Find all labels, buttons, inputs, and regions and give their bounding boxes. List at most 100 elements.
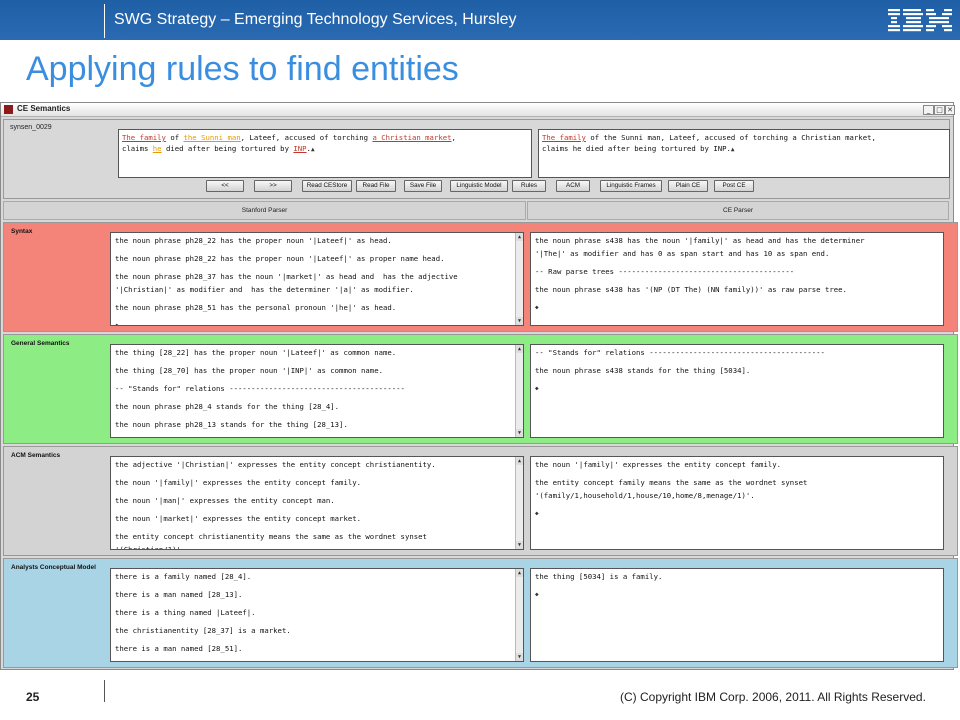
vertical-scrollbar[interactable]: ▲ ▼ [515,457,523,549]
prev-button[interactable]: << [206,180,244,192]
save-file-button[interactable]: Save File [404,180,442,192]
section-label: Syntax [11,228,33,235]
output-line: there is a man named [28_13]. [115,590,243,599]
cursor-mark: ◆ [535,303,539,311]
syntax-stanford-pane[interactable]: the noun phrase ph28_22 has the proper n… [110,232,524,326]
ce-parser-header: CE Parser [527,201,949,220]
output-line: the entity concept christianentity means… [115,532,427,550]
vertical-scrollbar[interactable]: ▲ ▼ [515,345,523,437]
entity-the-family: The family [122,133,166,142]
cursor-mark: ◆ [535,591,539,598]
acm-button[interactable]: ACM [556,180,590,192]
output-line: the noun phrase s438 stands for the thin… [535,366,751,375]
analysts-conceptual-model-stanford-pane[interactable]: there is a family named [28_4].there is … [110,568,524,662]
output-line: the noun phrase ph28_22 has the proper n… [115,236,392,245]
cursor-mark: ◆ [115,661,519,662]
entity-inp: INP [293,144,307,153]
text-span: claims he died after being tortured by I… [542,144,731,153]
vertical-scrollbar[interactable]: ▲ ▼ [515,569,523,661]
general-semantics-ce-pane[interactable]: -- "Stands for" relations --------------… [530,344,944,438]
footer-divider [104,680,105,702]
copyright-text: (C) Copyright IBM Corp. 2006, 2011. All … [620,690,926,704]
scroll-up-icon[interactable]: ▲ [516,345,523,353]
stanford-sentence-text[interactable]: The family of the Sunni man, Lateef, acc… [118,129,532,178]
page-number: 25 [26,690,40,704]
section-acm-semantics: ACM Semantics the adjective '|Christian|'… [3,446,958,556]
ce-semantics-window: CE Semantics _ □ ✕ synsen_0029 The famil… [0,102,958,670]
cursor-mark: ◆ [115,437,519,438]
section-general-semantics: General Semantics the thing [28_22] has t… [3,334,958,444]
entity-christian-market: a Christian market [372,133,452,142]
output-line: there is a thing named |Lateef|. [115,608,256,617]
header-title: SWG Strategy – Emerging Technology Servi… [114,11,517,28]
output-line: the noun phrase ph28_13 stands for the t… [115,420,348,429]
sentence-id: synsen_0029 [10,124,52,131]
output-line: the noun phrase s438 has '(NP (DT The) (… [535,284,847,294]
stanford-parser-header: Stanford Parser [3,201,526,220]
output-line: the entity concept family means the same… [535,478,808,500]
scroll-down-icon[interactable]: ▼ [516,429,523,437]
section-label: Analysts Conceptual Model [11,564,96,571]
cursor-mark: ◆ [535,509,539,517]
syntax-ce-pane[interactable]: the noun phrase s438 has the noun '|fami… [530,232,944,326]
output-line: the noun '|market|' expresses the entity… [115,514,362,523]
read-cestore-button[interactable]: Read CEStore [302,180,352,192]
section-label: ACM Semantics [11,452,61,459]
output-line: -- "Stands for" relations --------------… [115,384,405,393]
text-span: of the Sunni man, Lateef, accused of tor… [585,133,876,142]
close-icon[interactable]: ✕ [945,105,955,115]
text-span: , [451,133,456,142]
acm-semantics-ce-pane[interactable]: the noun '|family|' expresses the entity… [530,456,944,550]
app-icon [4,105,13,114]
post-ce-button[interactable]: Post CE [714,180,754,192]
output-line: -- "Stands for" relations --------------… [535,348,825,357]
acm-semantics-stanford-pane[interactable]: the adjective '|Christian|' expresses th… [110,456,524,550]
section-analysts-conceptual-model: Analysts Conceptual Model there is a fami… [3,558,958,668]
scroll-up-icon[interactable]: ▲ [516,569,523,577]
scroll-down-icon[interactable]: ▼ [516,541,523,549]
entity-the-family-ce: The family [542,133,586,142]
slide-title: Applying rules to find entities [26,50,459,88]
output-line: the adjective '|Christian|' expresses th… [115,460,436,469]
output-line: the noun phrase ph28_4 stands for the th… [115,402,340,411]
analysts-conceptual-model-ce-pane[interactable]: the thing [5034] is a family. ◆ [530,568,944,662]
general-semantics-stanford-pane[interactable]: the thing [28_22] has the proper noun '|… [110,344,524,438]
text-span: of [165,133,184,142]
vertical-scrollbar[interactable]: ▲ ▼ [515,233,523,325]
scroll-up-icon[interactable]: ▲ [516,457,523,465]
linguistic-model-button[interactable]: Linguistic Model [450,180,508,192]
section-label: General Semantics [11,340,70,347]
rules-button[interactable]: Rules [512,180,546,192]
ibm-logo [888,9,952,32]
text-span: , Lateef, accused of torching [240,133,373,142]
scroll-down-icon[interactable]: ▼ [516,653,523,661]
output-line: the noun '|man|' expresses the entity co… [115,496,335,505]
scroll-down-icon[interactable]: ▼ [516,317,523,325]
cursor-mark: ▲ [730,146,735,153]
text-span: claims [122,144,153,153]
output-line: the thing [28_70] has the proper noun '|… [115,366,383,375]
linguistic-frames-button[interactable]: Linguistic Frames [600,180,662,192]
maximize-icon[interactable]: □ [934,105,945,115]
cursor-mark: ◆ [535,385,539,392]
output-line: -- Raw parse trees ---------------------… [535,266,795,276]
minimize-icon[interactable]: _ [923,105,934,115]
output-line: the noun phrase s438 has the noun '|fami… [535,236,865,258]
next-button[interactable]: >> [254,180,292,192]
read-file-button[interactable]: Read File [356,180,396,192]
output-line: the noun phrase ph28_22 has the proper n… [115,254,445,263]
output-line: there is a family named [28_4]. [115,572,252,581]
cursor-mark: ◆ [115,321,119,326]
header-bar: SWG Strategy – Emerging Technology Servi… [0,0,960,40]
window-titlebar[interactable]: CE Semantics _ □ ✕ [1,103,955,117]
section-syntax: Syntax the noun phrase ph28_22 has the pr… [3,222,958,332]
output-line: the thing [28_22] has the proper noun '|… [115,348,397,357]
output-line: the noun phrase ph28_51 has the personal… [115,302,397,312]
output-line: the noun '|family|' expresses the entity… [535,460,782,469]
entity-sunni-man: the Sunni man [183,133,241,142]
plain-ce-button[interactable]: Plain CE [668,180,708,192]
cursor-mark: ▲ [310,146,315,153]
ce-sentence-text[interactable]: The family of the Sunni man, Lateef, acc… [538,129,950,178]
scroll-up-icon[interactable]: ▲ [516,233,523,241]
header-divider [104,4,105,38]
